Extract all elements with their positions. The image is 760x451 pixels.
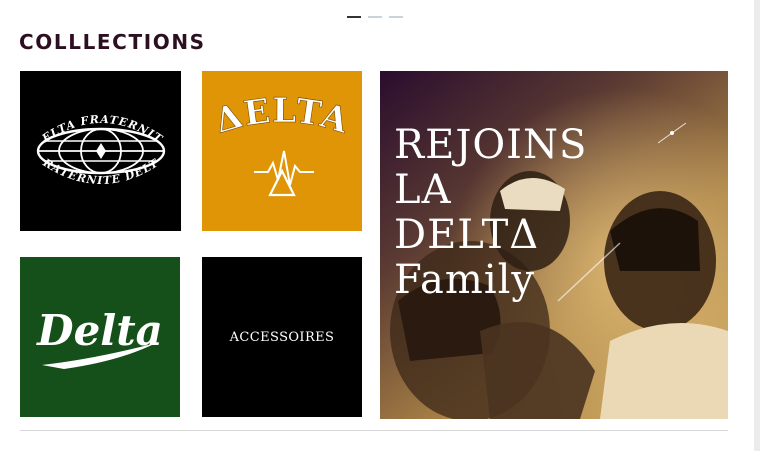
accessoires-label: ACCESSOIRES: [229, 330, 335, 345]
page-scrollbar[interactable]: [754, 0, 760, 451]
delta-script-logo: Delta: [36, 306, 163, 369]
join-banner[interactable]: REJOINS LA DELTΔ Family: [380, 71, 728, 419]
collection-tile-delta-orange[interactable]: ΔELTA: [202, 71, 362, 231]
svg-text:ΔELTA: ΔELTA: [210, 91, 353, 142]
banner-line-4: Family: [394, 257, 535, 303]
carousel-dot-2[interactable]: [368, 16, 382, 18]
collection-tile-accessoires[interactable]: ACCESSOIRES: [202, 257, 362, 417]
delta-fraternite-logo: DELTA FRATERNITE FRATERNITE DELTA: [20, 71, 166, 187]
carousel-dot-1[interactable]: [347, 16, 361, 18]
section-title: COLLLECTIONS: [19, 30, 206, 54]
banner-line-3: DELTΔ: [394, 212, 540, 258]
section-divider: [20, 430, 728, 431]
collection-tile-delta-green[interactable]: Delta: [20, 257, 180, 417]
banner-heading: REJOINS LA DELTΔ Family: [394, 123, 587, 303]
banner-line-1: REJOINS: [394, 122, 588, 168]
delta-orange-logo: ΔELTA: [210, 91, 353, 197]
carousel-dot-3[interactable]: [389, 16, 403, 18]
banner-line-2: LA: [394, 167, 452, 213]
logo-text: ΔELTA: [210, 91, 353, 143]
carousel-indicator: [347, 16, 403, 18]
collection-tile-delta-fraternite[interactable]: DELTA FRATERNITE FRATERNITE DELTA: [20, 71, 181, 231]
